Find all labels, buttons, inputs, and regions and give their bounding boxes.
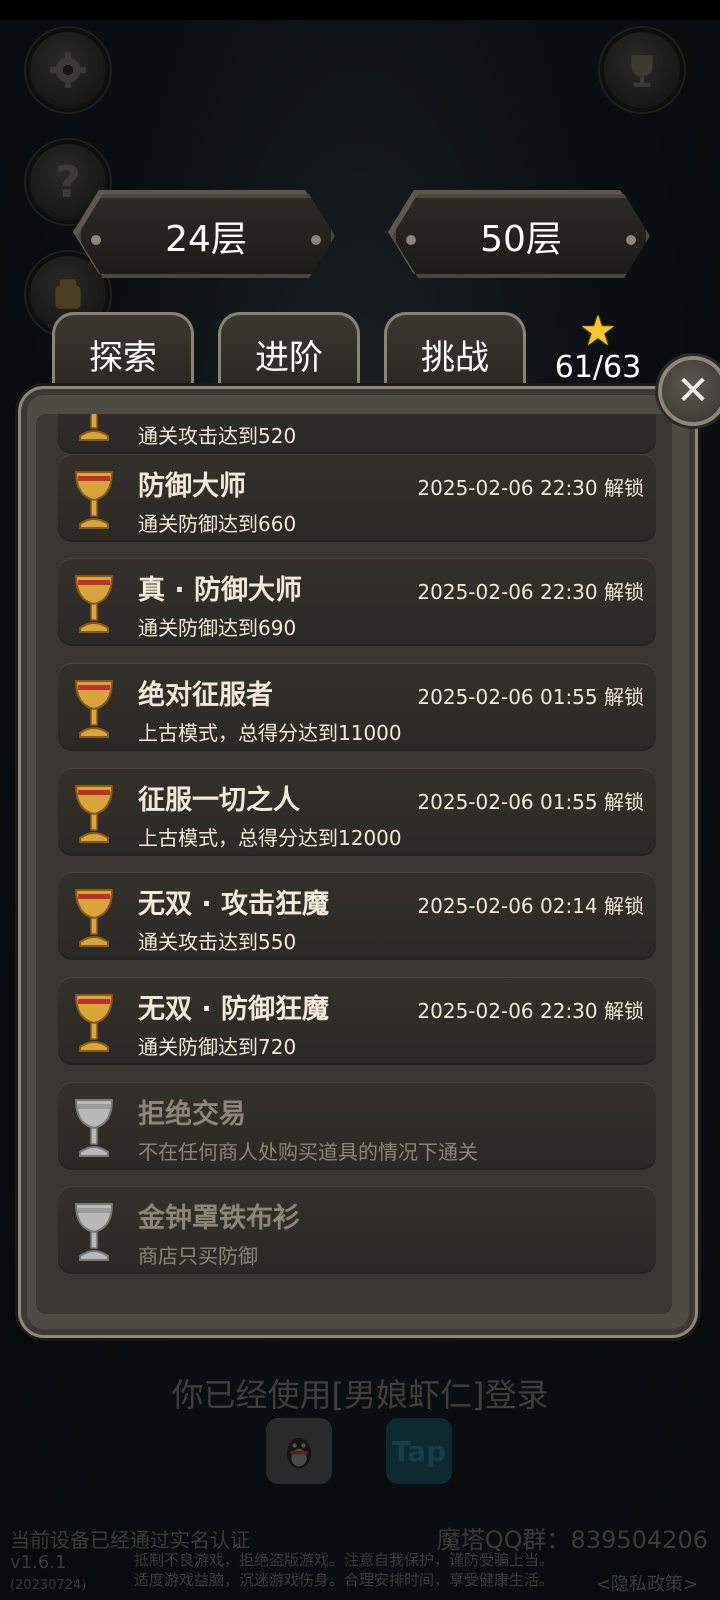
tab-advanced[interactable]: 进阶	[218, 312, 360, 393]
close-button[interactable]: ✕	[662, 360, 720, 422]
achievement-description: 商店只买防御	[138, 1244, 258, 1268]
achievement-unlock-date: 2025-02-06 22:30 解锁	[417, 999, 644, 1023]
rivet	[626, 235, 636, 245]
status-bar	[0, 0, 720, 20]
achievement-description: 通关防御达到720	[138, 1035, 297, 1059]
qq-login-button[interactable]	[266, 1418, 332, 1484]
achievement-item[interactable]: 防御大师 2025-02-06 22:30 解锁通关防御达到660	[58, 454, 656, 542]
achievement-title: 真 · 防御大师	[138, 575, 303, 606]
achievement-item[interactable]: 通关攻击达到520	[58, 414, 656, 454]
gold-cup-icon	[74, 471, 114, 529]
achievement-item[interactable]: 征服一切之人 2025-02-06 01:55 解锁 上古模式，总得分达到12000	[58, 768, 656, 856]
achievement-unlock-date: 2025-02-06 01:55 解锁	[417, 685, 644, 709]
silver-cup-icon	[74, 1203, 114, 1261]
version: v1.6.1	[10, 1552, 67, 1573]
gold-cup-icon	[74, 994, 114, 1052]
achievement-item[interactable]: 金钟罩铁布衫商店只买防御	[58, 1186, 656, 1274]
gold-cup-icon	[79, 414, 109, 441]
tap-login-button[interactable]: Tap	[386, 1418, 452, 1484]
silver-cup-icon	[74, 1099, 114, 1157]
achievement-item[interactable]: 无双 · 防御狂魔 2025-02-06 22:30 解锁通关防御达到720	[58, 977, 656, 1065]
achievement-title: 征服一切之人	[138, 785, 300, 816]
gold-cup-icon	[74, 889, 114, 947]
achievement-item[interactable]: 拒绝交易不在任何商人处购买道具的情况下通关	[58, 1082, 656, 1170]
achievement-title: 防御大师	[138, 471, 246, 502]
tab-challenge[interactable]: 挑战	[384, 312, 526, 393]
rivet	[406, 235, 416, 245]
achievement-item[interactable]: 真 · 防御大师 2025-02-06 22:30 解锁通关防御达到690	[58, 558, 656, 646]
health-warning-line: 适度游戏益脑，沉迷游戏伤身。合理安排时间，享受健康生活。	[134, 1571, 555, 1589]
achievement-unlock-date: 2025-02-06 02:14 解锁	[417, 894, 644, 918]
tab-explore[interactable]: 探索	[52, 312, 194, 393]
trophy-button[interactable]	[600, 28, 684, 112]
bag-icon	[55, 279, 81, 309]
tab-advanced-label: 进阶	[255, 337, 323, 378]
gold-cup-icon	[74, 680, 114, 738]
gear-icon	[50, 52, 86, 88]
login-status: 你已经使用[男娘虾仁]登录	[171, 1376, 549, 1414]
gold-cup-icon	[74, 575, 114, 633]
achievement-title: 无双 · 攻击狂魔	[138, 889, 330, 920]
star-counter: ★ 61/63	[548, 306, 648, 386]
close-icon: ✕	[676, 368, 710, 414]
question-icon: ?	[55, 156, 81, 208]
privacy-link[interactable]: <隐私政策>	[596, 1570, 698, 1596]
rivet	[311, 235, 321, 245]
achievement-description: 上古模式，总得分达到11000	[138, 721, 402, 745]
achievement-item[interactable]: 绝对征服者 2025-02-06 01:55 解锁 上古模式，总得分达到11000	[58, 663, 656, 751]
achievement-description: 通关攻击达到520	[138, 424, 297, 448]
achievement-item[interactable]: 无双 · 攻击狂魔 2025-02-06 02:14 解锁通关攻击达到550	[58, 872, 656, 960]
achievement-title: 无双 · 防御狂魔	[138, 994, 330, 1025]
achievement-unlock-date: 2025-02-06 22:30 解锁	[417, 476, 644, 500]
achievement-title: 拒绝交易	[138, 1099, 246, 1130]
current-floor: 24层	[77, 194, 335, 278]
star-icon: ★	[579, 306, 617, 355]
tab-explore-label: 探索	[89, 337, 157, 378]
trophy-icon	[631, 55, 653, 87]
health-warning-line: 抵制不良游戏，拒绝盗版游戏。注意自我保护，谨防受骗上当。	[134, 1551, 555, 1569]
achievements-list[interactable]: 通关攻击达到520 防御大师 2025-02-06 22:30 解锁 通关防御达到66…	[36, 414, 672, 1314]
achievement-title: 金钟罩铁布衫	[138, 1203, 300, 1234]
achievement-unlock-date: 2025-02-06 01:55 解锁	[417, 790, 644, 814]
achievement-description: 不在任何商人处购买道具的情况下通关	[138, 1140, 478, 1164]
max-floor: 50层	[392, 194, 650, 278]
achievement-unlock-date: 2025-02-06 22:30 解锁	[417, 580, 644, 604]
achievement-description: 通关攻击达到550	[138, 930, 297, 954]
tap-logo: Tap	[391, 1434, 447, 1468]
build-date: (20230724)	[10, 1578, 87, 1593]
qq-penguin-icon	[286, 1437, 312, 1469]
achievement-description: 上古模式，总得分达到12000	[138, 826, 402, 850]
current-floor-label: 24层	[165, 219, 247, 260]
star-count: 61/63	[554, 350, 642, 385]
gold-cup-icon	[74, 785, 114, 843]
achievement-description: 通关防御达到660	[138, 512, 297, 536]
health-warning: 抵制不良游戏，拒绝盗版游戏。注意自我保护，谨防受骗上当。 适度游戏益脑，沉迷游戏…	[134, 1550, 604, 1590]
rivet	[91, 235, 101, 245]
realname-notice: 当前设备已经通过实名认证	[10, 1528, 250, 1552]
settings-button[interactable]	[26, 28, 110, 112]
achievement-description: 通关防御达到690	[138, 616, 297, 640]
tab-challenge-label: 挑战	[421, 337, 489, 378]
max-floor-label: 50层	[480, 219, 562, 260]
achievement-title: 绝对征服者	[138, 680, 273, 711]
